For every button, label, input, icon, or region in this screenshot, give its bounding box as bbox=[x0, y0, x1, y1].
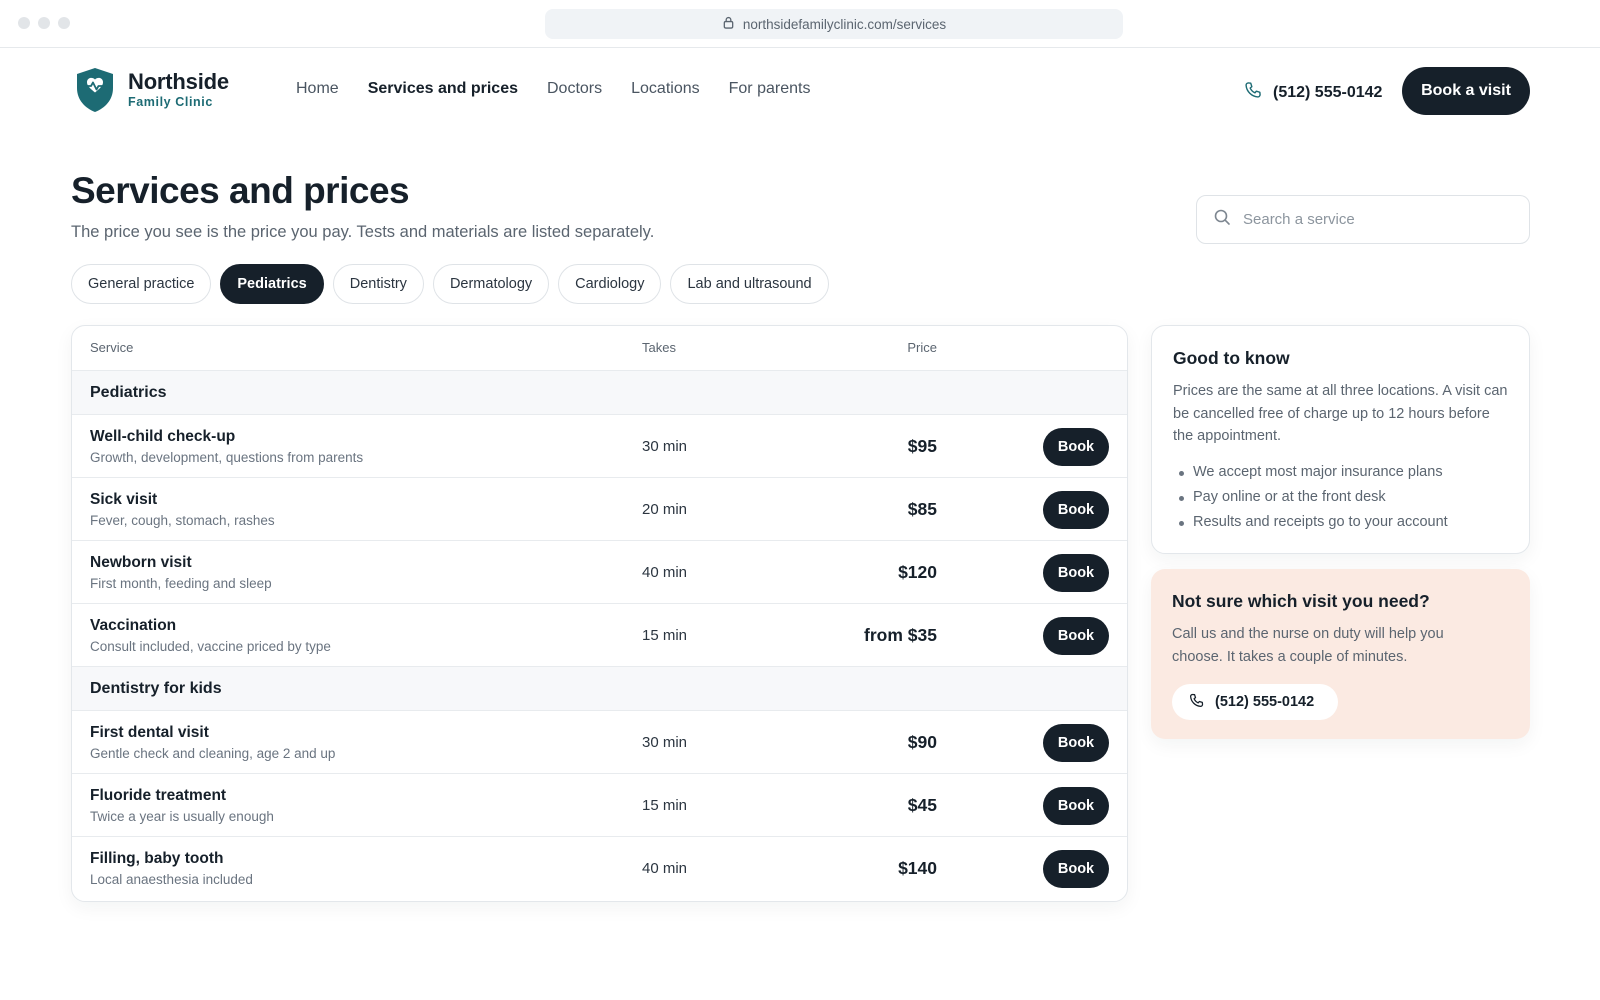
card-title: Good to know bbox=[1173, 348, 1290, 368]
service-duration: 15 min bbox=[642, 797, 688, 814]
service-description: Consult included, vaccine priced by type bbox=[90, 639, 331, 654]
table-row: First dental visit Gentle check and clea… bbox=[72, 711, 1127, 774]
service-duration: 15 min bbox=[642, 627, 688, 644]
card-text: Call us and the nurse on duty will help … bbox=[1172, 626, 1444, 665]
category-filter: General practice Pediatrics Dentistry De… bbox=[71, 264, 829, 304]
service-price: $140 bbox=[898, 858, 937, 878]
service-description: Local anaesthesia included bbox=[90, 872, 253, 887]
brand-subtitle: Family Clinic bbox=[128, 95, 213, 109]
column-header-service: Service bbox=[90, 340, 134, 355]
service-name: Sick visit bbox=[90, 491, 158, 508]
service-description: Gentle check and cleaning, age 2 and up bbox=[90, 746, 336, 761]
table-row: Well-child check-up Growth, development,… bbox=[72, 415, 1127, 478]
service-description: Fever, cough, stomach, rashes bbox=[90, 513, 275, 528]
service-duration: 40 min bbox=[642, 860, 688, 877]
phone-icon bbox=[1243, 80, 1263, 105]
search-icon bbox=[1213, 208, 1231, 231]
header-phone-number: (512) 555-0142 bbox=[1273, 83, 1383, 101]
service-search[interactable] bbox=[1196, 195, 1530, 244]
table-row: Vaccination Consult included, vaccine pr… bbox=[72, 604, 1127, 667]
service-price: $120 bbox=[898, 562, 937, 582]
browser-bar: northsidefamilyclinic.com/services bbox=[0, 0, 1600, 48]
list-item: Pay online or at the front desk bbox=[1173, 485, 1508, 510]
address-bar[interactable]: northsidefamilyclinic.com/services bbox=[545, 9, 1123, 39]
service-price: $95 bbox=[907, 436, 937, 456]
window-maximize-dot[interactable] bbox=[58, 17, 70, 29]
table-row: Newborn visit First month, feeding and s… bbox=[72, 541, 1127, 604]
nav-locations[interactable]: Locations bbox=[631, 80, 700, 98]
service-name: Newborn visit bbox=[90, 554, 192, 571]
book-button[interactable]: Book bbox=[1043, 554, 1109, 592]
site-header: Northside Family Clinic Home Services an… bbox=[0, 48, 1600, 134]
card-title: Not sure which visit you need? bbox=[1172, 591, 1430, 611]
group-title: Pediatrics bbox=[90, 384, 167, 401]
table-row: Fluoride treatment Twice a year is usual… bbox=[72, 774, 1127, 837]
chip-lab-and-ultrasound[interactable]: Lab and ultrasound bbox=[670, 264, 829, 304]
group-title: Dentistry for kids bbox=[90, 680, 222, 697]
service-price: $85 bbox=[907, 499, 937, 519]
help-card: Not sure which visit you need? Call us a… bbox=[1151, 569, 1530, 739]
card-text: Prices are the same at all three locatio… bbox=[1173, 383, 1508, 444]
window-minimize-dot[interactable] bbox=[38, 17, 50, 29]
service-name: First dental visit bbox=[90, 724, 209, 741]
phone-icon bbox=[1188, 692, 1205, 713]
book-button[interactable]: Book bbox=[1043, 724, 1109, 762]
address-url: northsidefamilyclinic.com/services bbox=[742, 16, 947, 32]
call-phone-button[interactable]: (512) 555-0142 bbox=[1172, 684, 1338, 720]
list-item: Results and receipts go to your account bbox=[1173, 510, 1508, 535]
services-table: Service Takes Price Pediatrics Well-chil… bbox=[71, 325, 1128, 902]
table-row: Filling, baby tooth Local anaesthesia in… bbox=[72, 837, 1127, 900]
chip-general-practice[interactable]: General practice bbox=[71, 264, 212, 304]
search-input[interactable] bbox=[1243, 211, 1503, 228]
list-item: We accept most major insurance plans bbox=[1173, 460, 1508, 485]
nav-services-and-prices[interactable]: Services and prices bbox=[368, 80, 518, 98]
good-to-know-card: Good to know Prices are the same at all … bbox=[1151, 325, 1530, 554]
chip-dentistry[interactable]: Dentistry bbox=[332, 264, 424, 304]
chip-dermatology[interactable]: Dermatology bbox=[432, 264, 550, 304]
book-button[interactable]: Book bbox=[1043, 850, 1109, 888]
help-phone-number: (512) 555-0142 bbox=[1215, 694, 1315, 710]
page-subtitle: The price you see is the price you pay. … bbox=[71, 223, 655, 241]
service-price: from $35 bbox=[864, 625, 937, 645]
column-header-price: Price bbox=[907, 340, 937, 355]
main-menu: Home Services and prices Doctors Locatio… bbox=[296, 80, 839, 98]
page-title: Services and prices bbox=[71, 170, 410, 211]
brand-name: Northside bbox=[128, 69, 229, 94]
service-name: Vaccination bbox=[90, 617, 177, 634]
lock-icon bbox=[722, 16, 735, 32]
nav-doctors[interactable]: Doctors bbox=[547, 80, 602, 98]
book-a-visit-button[interactable]: Book a visit bbox=[1402, 67, 1530, 115]
nav-for-parents[interactable]: For parents bbox=[729, 80, 811, 98]
service-price: $90 bbox=[907, 732, 937, 752]
table-group-header: Dentistry for kids bbox=[72, 667, 1127, 711]
book-button[interactable]: Book bbox=[1043, 787, 1109, 825]
service-duration: 20 min bbox=[642, 501, 688, 518]
brand-logo-link[interactable]: Northside Family Clinic bbox=[74, 66, 229, 114]
service-description: Twice a year is usually enough bbox=[90, 809, 274, 824]
header-phone-link[interactable]: (512) 555-0142 bbox=[1243, 80, 1382, 105]
table-group-header: Pediatrics bbox=[72, 371, 1127, 415]
chip-pediatrics[interactable]: Pediatrics bbox=[220, 264, 324, 304]
service-name: Well-child check-up bbox=[90, 428, 236, 445]
window-close-dot[interactable] bbox=[18, 17, 30, 29]
column-header-takes: Takes bbox=[642, 340, 676, 355]
service-description: First month, feeding and sleep bbox=[90, 576, 272, 591]
book-button[interactable]: Book bbox=[1043, 491, 1109, 529]
shield-heart-icon bbox=[74, 66, 116, 114]
book-button[interactable]: Book bbox=[1043, 617, 1109, 655]
chip-cardiology[interactable]: Cardiology bbox=[558, 264, 662, 304]
service-description: Growth, development, questions from pare… bbox=[90, 450, 364, 465]
book-button[interactable]: Book bbox=[1043, 428, 1109, 466]
service-name: Fluoride treatment bbox=[90, 787, 227, 804]
window-controls bbox=[18, 17, 70, 29]
table-header: Service Takes Price bbox=[72, 326, 1127, 371]
service-duration: 30 min bbox=[642, 438, 688, 455]
table-row: Sick visit Fever, cough, stomach, rashes… bbox=[72, 478, 1127, 541]
nav-home[interactable]: Home bbox=[296, 80, 339, 98]
service-duration: 30 min bbox=[642, 734, 688, 751]
service-duration: 40 min bbox=[642, 564, 688, 581]
info-bullet-list: We accept most major insurance plans Pay… bbox=[1173, 460, 1508, 535]
service-price: $45 bbox=[907, 795, 937, 815]
service-name: Filling, baby tooth bbox=[90, 850, 224, 867]
